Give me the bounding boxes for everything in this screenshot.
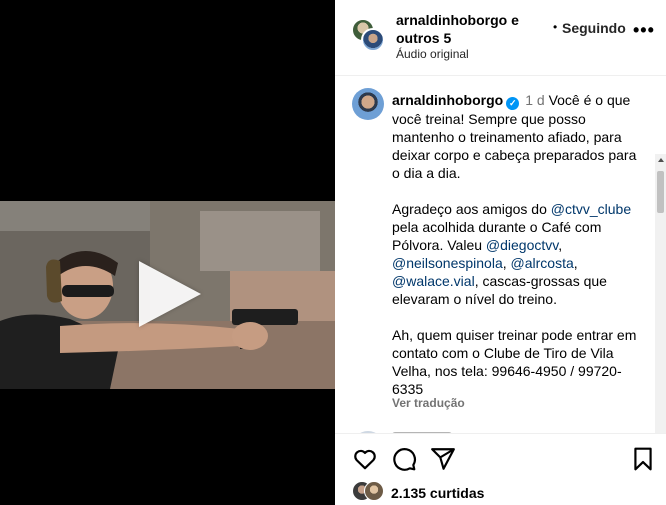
likes-summary[interactable]: 2.135 curtidas [352,481,652,503]
caption-paragraph-2: Agradeço aos amigos do @ctvv_clube pela … [392,200,642,308]
caption-comment: arnaldinhoborgo ✓ 1 d Você é o que você tr… [392,91,642,398]
caption-text: , [502,255,511,271]
mention-link[interactable]: @walace.vial [392,273,475,289]
scrollbar-thumb[interactable] [657,171,664,213]
post-actions [335,446,666,476]
see-translation-link[interactable]: Ver tradução [392,396,465,410]
play-icon[interactable] [139,261,201,327]
comments-list[interactable]: arnaldinhoborgo ✓ 1 d Você é o que você tr… [335,77,666,434]
separator-dot: • [553,20,558,34]
caption-text: , [573,255,578,271]
next-comment-avatar[interactable] [352,431,384,433]
comment-timestamp[interactable]: 1 d [525,92,544,108]
author-names-link[interactable]: arnaldinhoborgo e outros 5 [396,11,546,47]
scroll-up-arrow-icon[interactable] [658,158,664,162]
mention-link[interactable]: @ctvv_clube [551,201,631,217]
comment-username[interactable]: arnaldinhoborgo [392,92,503,108]
mention-link[interactable]: @diegoctvv [486,237,558,253]
heart-icon[interactable] [352,446,378,472]
author-avatar[interactable] [361,28,385,52]
caption-text: , [558,237,563,253]
verified-badge-icon: ✓ [506,97,520,110]
liker-avatar-2 [364,481,384,501]
mention-link[interactable]: @neilsonespinola [392,255,503,271]
audio-label-link[interactable]: Áudio original [396,47,469,61]
video-player[interactable] [0,0,335,505]
comment-icon[interactable] [391,446,417,472]
comment-avatar[interactable] [352,88,384,120]
comments-scrollbar[interactable] [655,154,666,433]
more-icon[interactable]: ••• [633,21,655,39]
bookmark-icon[interactable] [630,446,656,472]
caption-text: Agradeço aos amigos do [392,201,551,217]
following-button[interactable]: Seguindo [562,20,626,36]
mention-link[interactable]: @alrcosta [511,255,574,271]
post-details-panel: arnaldinhoborgo e outros 5 Áudio origina… [335,0,666,505]
likes-count[interactable]: 2.135 curtidas [391,485,484,501]
post-header: arnaldinhoborgo e outros 5 Áudio origina… [335,0,666,76]
caption-paragraph-3: Ah, quem quiser treinar pode entrar em c… [392,327,637,397]
next-comment-username [392,432,452,433]
share-icon[interactable] [430,446,456,472]
